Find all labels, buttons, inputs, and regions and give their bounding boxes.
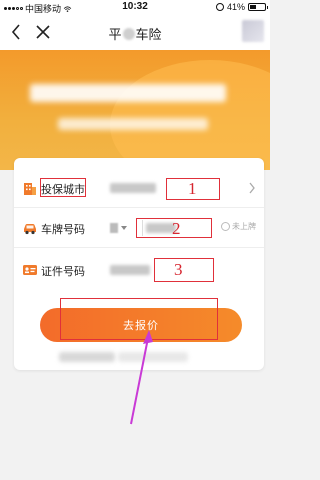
page-title: 平车险: [0, 24, 270, 43]
id-row: 证件号码 3: [14, 250, 264, 290]
province-redacted: [110, 223, 118, 233]
city-value-redacted: [110, 183, 156, 193]
quote-form-card: 投保城市 1 车牌号码 2 未上牌 证件号码 3 去报价: [14, 158, 264, 370]
row-divider: [14, 247, 264, 248]
footer-redacted-text-2: [118, 352, 188, 362]
city-row[interactable]: 投保城市 1: [14, 168, 264, 208]
rotation-lock-icon: [215, 3, 224, 11]
annotation-number-2: 2: [172, 219, 181, 238]
annotation-number-1: 1: [188, 179, 197, 198]
radio-icon: [221, 222, 230, 231]
page-title-right: 车险: [135, 27, 162, 42]
nav-bar: 平车险: [0, 14, 270, 50]
id-card-icon: [23, 265, 37, 275]
redacted-title-char: [122, 28, 135, 40]
id-label: 证件号码: [41, 266, 85, 278]
avatar[interactable]: [242, 20, 264, 42]
footer-redacted-text: [59, 352, 115, 362]
annotation-box-button: [60, 298, 218, 340]
banner-decoration: [110, 60, 270, 170]
banner-redacted-subtitle: [58, 118, 208, 130]
battery-icon: [248, 3, 268, 11]
promo-banner: [0, 50, 270, 170]
unplated-label: 未上牌: [232, 222, 256, 231]
status-bar: 中国移动 10:32 41%: [0, 0, 270, 14]
chevron-right-icon: [249, 182, 255, 194]
id-value-redacted[interactable]: [110, 265, 150, 275]
plate-province-select[interactable]: [110, 220, 138, 236]
annotation-number-3: 3: [174, 260, 183, 279]
page-title-left: 平: [108, 27, 122, 42]
plate-row: 车牌号码 2 未上牌: [14, 208, 264, 248]
battery-percent: 41%: [226, 2, 245, 12]
annotation-box-3: [154, 258, 214, 282]
building-icon: [24, 183, 36, 195]
plate-label: 车牌号码: [41, 224, 85, 236]
banner-redacted-headline: [30, 84, 226, 102]
status-right-group: 41%: [215, 2, 268, 12]
dropdown-arrow-icon: [121, 226, 127, 230]
annotation-box-label: [40, 178, 86, 197]
battery-level: [250, 5, 256, 9]
car-icon: [24, 224, 36, 235]
unplated-option[interactable]: 未上牌: [221, 221, 256, 232]
